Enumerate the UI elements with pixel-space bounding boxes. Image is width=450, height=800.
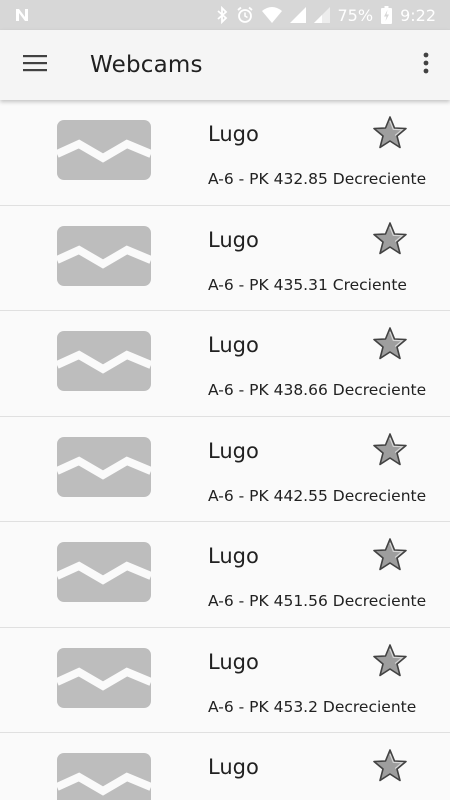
webcam-row[interactable]: Lugo A-6 - PK 438.66 Decreciente <box>0 311 450 417</box>
favorite-star-icon[interactable] <box>371 114 409 152</box>
page-title: Webcams <box>90 52 203 78</box>
signal-icon-2 <box>313 7 330 23</box>
webcam-row[interactable]: Lugo A-6 - PK 453.2 Decreciente <box>0 627 450 733</box>
status-bar: 75% 9:22 <box>0 0 450 30</box>
webcam-title: Lugo <box>208 122 259 146</box>
webcam-subtitle: A-6 - PK 442.55 Decreciente <box>208 486 427 505</box>
favorite-star-icon[interactable] <box>371 220 409 258</box>
webcam-row[interactable]: Lugo <box>0 733 450 800</box>
status-left <box>14 7 30 23</box>
webcam-subtitle: A-6 - PK 451.56 Decreciente <box>208 592 427 610</box>
image-placeholder-icon <box>55 542 153 602</box>
favorite-star-icon[interactable] <box>371 325 409 363</box>
webcam-list: Lugo A-6 - PK 432.85 Decreciente Lugo A-… <box>0 100 450 800</box>
webcam-subtitle: A-6 - PK 438.66 Decreciente <box>208 381 427 399</box>
app-bar: Webcams <box>0 30 450 100</box>
webcam-title: Lugo <box>208 544 259 568</box>
webcam-row[interactable]: Lugo A-6 - PK 451.56 Decreciente <box>0 522 450 628</box>
webcam-row[interactable]: Lugo A-6 - PK 442.55 Decreciente <box>0 416 450 522</box>
webcam-title: Lugo <box>208 438 259 463</box>
more-vert-icon <box>423 52 429 78</box>
battery-percent: 75% <box>337 5 374 25</box>
overflow-menu-button[interactable] <box>402 30 450 100</box>
alarm-icon <box>236 6 254 24</box>
status-right: 75% 9:22 <box>216 5 436 25</box>
wifi-icon <box>261 7 282 23</box>
bluetooth-icon <box>216 6 228 24</box>
webcam-subtitle: A-6 - PK 453.2 Decreciente <box>208 697 417 716</box>
webcam-title: Lugo <box>208 649 259 674</box>
webcam-subtitle: A-6 - PK 432.85 Decreciente <box>208 170 427 188</box>
favorite-star-icon[interactable] <box>371 642 409 680</box>
favorite-star-icon[interactable] <box>371 431 409 469</box>
image-placeholder-icon <box>55 120 153 180</box>
signal-icon-1 <box>289 7 306 23</box>
image-placeholder-icon <box>55 225 153 286</box>
webcam-row[interactable]: Lugo A-6 - PK 432.85 Decreciente <box>0 100 450 206</box>
battery-charging-icon <box>381 6 393 24</box>
favorite-star-icon[interactable] <box>371 536 409 574</box>
webcam-title: Lugo <box>208 755 259 779</box>
notification-icon <box>14 7 30 23</box>
menu-button[interactable] <box>0 30 70 100</box>
clock: 9:22 <box>400 5 436 25</box>
webcam-subtitle: A-6 - PK 435.31 Creciente <box>208 275 407 294</box>
favorite-star-icon[interactable] <box>371 747 409 785</box>
image-placeholder-icon <box>55 647 153 708</box>
webcam-row[interactable]: Lugo A-6 - PK 435.31 Creciente <box>0 205 450 311</box>
image-placeholder-icon <box>55 753 153 800</box>
webcam-title: Lugo <box>208 333 259 357</box>
image-placeholder-icon <box>55 436 153 497</box>
webcam-title: Lugo <box>208 227 259 252</box>
image-placeholder-icon <box>55 331 153 391</box>
hamburger-menu-icon <box>23 54 47 76</box>
